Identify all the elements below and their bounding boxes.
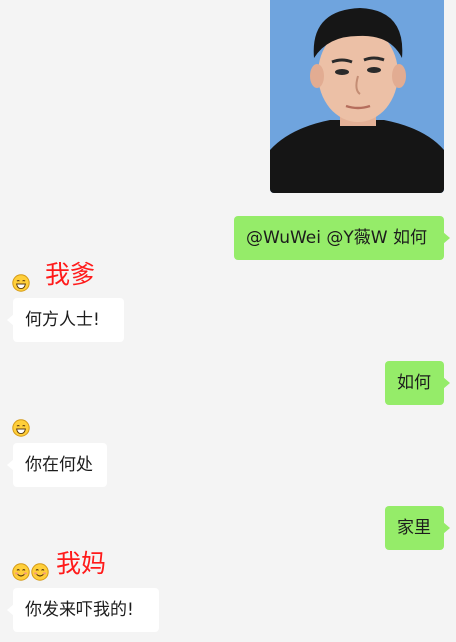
incoming-message[interactable]: 何方人士!: [7, 298, 124, 342]
chat-window: @WuWei @Y薇W 如何 我爹 何方人士! 如何 你在何处 家里 我妈 你发…: [0, 0, 456, 642]
smiling-face-icon: [12, 563, 30, 581]
sender-row: 我爹: [12, 258, 95, 292]
sender-row: 我妈: [12, 547, 106, 581]
outgoing-message[interactable]: 如何: [385, 361, 450, 405]
grinning-face-icon: [12, 419, 30, 437]
smiling-face-icon: [31, 563, 49, 581]
grinning-face-icon: [12, 274, 30, 292]
person-photo-image: [270, 0, 444, 193]
message-text: 家里: [397, 518, 431, 538]
message-text: 何方人士!: [25, 310, 100, 330]
message-text: 你发来吓我的!: [25, 600, 134, 620]
message-text: 如何: [397, 373, 431, 393]
incoming-message[interactable]: 你发来吓我的!: [7, 588, 159, 632]
message-text: @WuWei @Y薇W 如何: [246, 228, 427, 248]
sender-row: [12, 403, 31, 437]
sender-name-label: 我爹: [45, 260, 96, 289]
incoming-message[interactable]: 你在何处: [7, 443, 107, 487]
message-text: 你在何处: [25, 455, 93, 475]
sent-photo[interactable]: [270, 0, 444, 193]
outgoing-message[interactable]: @WuWei @Y薇W 如何: [234, 216, 450, 260]
sender-name-label: 我妈: [56, 549, 107, 578]
outgoing-message[interactable]: 家里: [385, 506, 450, 550]
